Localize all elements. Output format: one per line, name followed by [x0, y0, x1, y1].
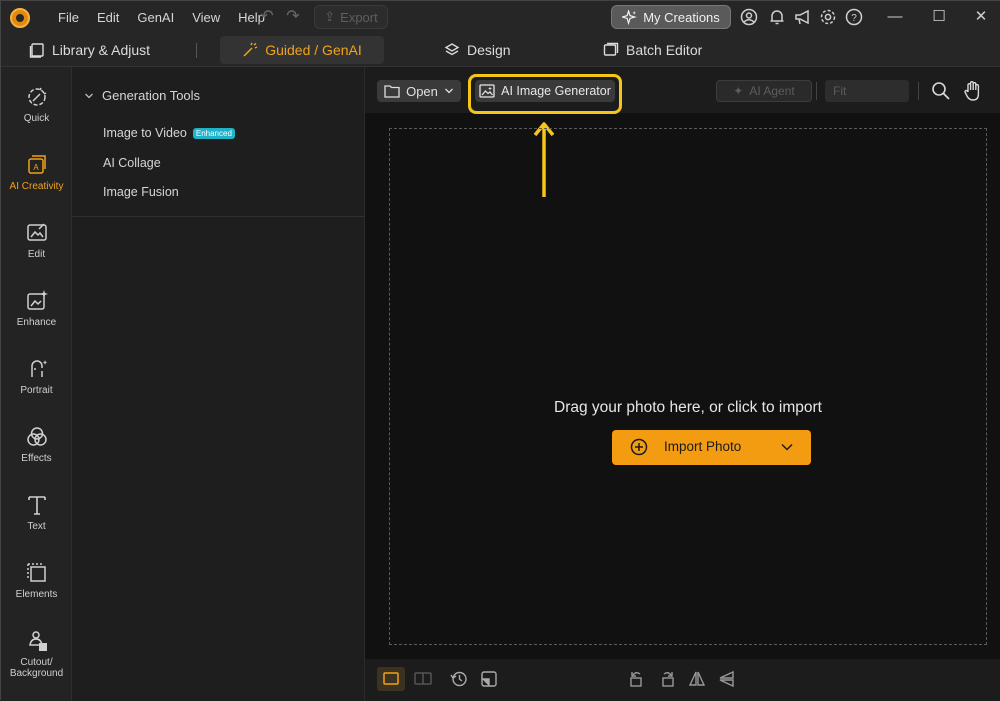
- bell-icon[interactable]: [767, 7, 787, 27]
- folder-icon: [384, 85, 400, 98]
- edit-image-icon: [26, 223, 47, 241]
- maximize-icon[interactable]: ☐: [929, 7, 949, 27]
- ai-agent-icon: ✦: [733, 84, 744, 98]
- tab-library-adjust[interactable]: Library & Adjust: [29, 36, 169, 64]
- toolbar-divider: [816, 82, 817, 100]
- tool-ai-collage[interactable]: AI Collage: [103, 156, 161, 170]
- bottom-toolbar: [365, 659, 1000, 701]
- generation-tools-panel: Generation Tools Image to Video Enhanced…: [72, 67, 365, 701]
- rail-item-elements[interactable]: Elements: [1, 561, 72, 600]
- ai-agent-button[interactable]: ✦ AI Agent: [716, 80, 812, 102]
- tab-guided-genai[interactable]: Guided / GenAI: [220, 36, 384, 64]
- left-rail: Quick A AI Creativity Edit Enhance Portr…: [1, 67, 72, 701]
- tab-design[interactable]: Design: [444, 36, 514, 64]
- rail-item-ai-creativity[interactable]: A AI Creativity: [1, 153, 72, 192]
- chevron-down-icon[interactable]: [780, 440, 794, 454]
- tab-batch-editor[interactable]: Batch Editor: [603, 36, 707, 64]
- minimize-icon[interactable]: —: [885, 7, 905, 27]
- menu-genai[interactable]: GenAI: [128, 10, 183, 25]
- highlight-box: [468, 74, 622, 114]
- hand-icon[interactable]: [961, 79, 985, 103]
- workspace-toolbar: Open AI Image Generator ✦ AI Agent Fit: [365, 67, 1000, 114]
- import-photo-button[interactable]: Import Photo: [612, 430, 811, 465]
- ai-creativity-icon: A: [27, 155, 46, 174]
- sparkle-icon: [622, 9, 637, 25]
- elements-icon: [26, 563, 46, 582]
- rotate-right-icon[interactable]: [657, 669, 677, 689]
- svg-text:?: ?: [851, 13, 857, 24]
- redo-icon[interactable]: ↷: [283, 7, 303, 27]
- rail-item-cutout-background[interactable]: Cutout/ Background: [1, 629, 72, 679]
- layers-icon: [444, 43, 460, 56]
- panel-divider: [72, 216, 365, 217]
- library-icon: [29, 43, 44, 58]
- title-bar: File Edit GenAI View Help ↶ ↷ ⇪ Export M…: [1, 1, 1000, 33]
- tool-image-fusion[interactable]: Image Fusion: [103, 185, 179, 199]
- svg-text:A: A: [33, 163, 39, 172]
- chevron-down-icon: [444, 88, 453, 94]
- rail-item-quick[interactable]: Quick: [1, 85, 72, 124]
- open-button[interactable]: Open: [377, 80, 461, 102]
- workspace: Open AI Image Generator ✦ AI Agent Fit D…: [365, 67, 1000, 701]
- rail-item-text[interactable]: Text: [1, 493, 72, 532]
- rotate-left-icon[interactable]: [627, 669, 647, 689]
- account-icon[interactable]: [739, 7, 759, 27]
- portrait-icon: [30, 360, 47, 377]
- generation-tools-header[interactable]: Generation Tools: [84, 88, 200, 103]
- rail-item-edit[interactable]: Edit: [1, 221, 72, 260]
- flip-horizontal-icon[interactable]: [687, 669, 707, 689]
- close-icon[interactable]: ✕: [971, 7, 991, 27]
- compare-view-icon[interactable]: [413, 669, 433, 689]
- toolbar-divider: [918, 82, 919, 100]
- export-button[interactable]: ⇪ Export: [314, 5, 388, 29]
- menu-edit[interactable]: Edit: [88, 10, 128, 25]
- history-icon[interactable]: [449, 669, 469, 689]
- enhanced-badge: Enhanced: [192, 127, 235, 139]
- rail-item-effects[interactable]: Effects: [1, 425, 72, 464]
- drop-instructions: Drag your photo here, or click to import: [554, 399, 822, 416]
- flip-vertical-icon[interactable]: [717, 669, 737, 689]
- magic-wand-icon: [27, 87, 46, 106]
- photo-drop-zone[interactable]: Drag your photo here, or click to import…: [389, 128, 987, 645]
- single-view-icon[interactable]: [381, 669, 401, 689]
- zoom-fit-select[interactable]: Fit: [825, 80, 909, 102]
- gear-icon[interactable]: [818, 7, 838, 27]
- app-logo: [10, 8, 30, 28]
- tab-divider: [196, 43, 197, 58]
- search-icon[interactable]: [929, 79, 953, 103]
- export-icon: ⇪: [324, 9, 336, 24]
- mode-tabs: Library & Adjust Guided / GenAI Design B…: [1, 33, 1000, 67]
- undo-icon[interactable]: ↶: [257, 7, 277, 27]
- text-icon: [27, 496, 46, 515]
- app-window: File Edit GenAI View Help ↶ ↷ ⇪ Export M…: [0, 0, 1000, 701]
- rail-item-enhance[interactable]: Enhance: [1, 289, 72, 328]
- enhance-icon: [26, 290, 48, 310]
- chevron-down-icon: [85, 93, 93, 98]
- tool-image-to-video[interactable]: Image to Video Enhanced: [103, 126, 235, 140]
- menu-view[interactable]: View: [183, 10, 229, 25]
- cutout-icon: [28, 631, 47, 651]
- help-icon[interactable]: ?: [844, 7, 864, 27]
- menu-bar: File Edit GenAI View Help: [49, 1, 274, 33]
- menu-file[interactable]: File: [49, 10, 88, 25]
- effects-icon: [26, 427, 47, 446]
- layers-panel-icon[interactable]: [479, 669, 499, 689]
- magic-wand-icon: [243, 42, 258, 57]
- rail-item-portrait[interactable]: Portrait: [1, 357, 72, 396]
- my-creations-button[interactable]: My Creations: [611, 5, 731, 29]
- plus-circle-icon: [630, 438, 648, 456]
- batch-icon: [603, 42, 619, 56]
- megaphone-icon[interactable]: [793, 7, 813, 27]
